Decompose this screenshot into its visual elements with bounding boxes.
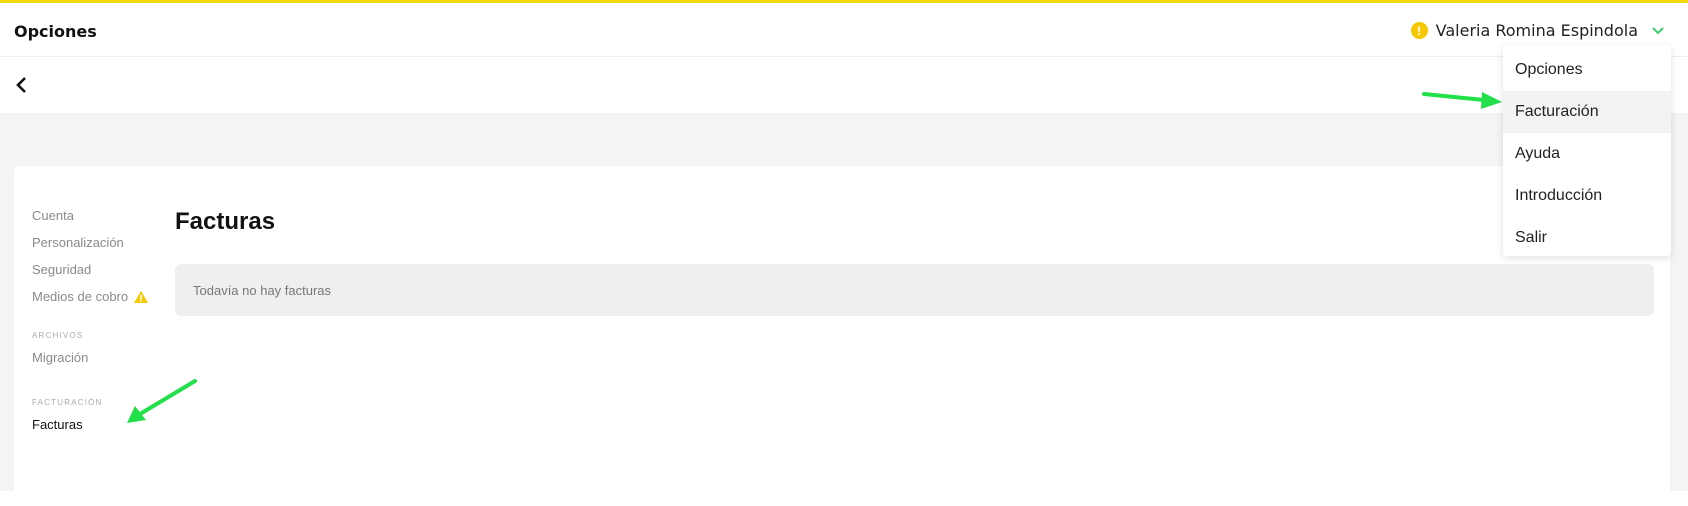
user-name: Valeria Romina Espindola [1435,21,1638,40]
sidebar-item-label: Facturas [32,417,83,432]
sidebar-item-label: Medios de cobro [32,289,129,304]
menu-item-salir[interactable]: Salir [1503,217,1671,259]
sidebar-item-cuenta[interactable]: Cuenta [32,202,149,229]
section-heading-archivos: ARCHIVOS [32,331,84,340]
sidebar-item-label: Cuenta [32,208,74,223]
sidebar-item-migracion[interactable]: Migración [32,344,149,371]
menu-item-ayuda[interactable]: Ayuda [1503,133,1671,175]
menu-item-introduccion[interactable]: Introducción [1503,175,1671,217]
top-bar: Opciones ! Valeria Romina Espindola [0,0,1688,57]
warning-icon [134,290,149,303]
menu-item-facturacion[interactable]: Facturación [1503,91,1671,133]
menu-item-label: Salir [1515,229,1548,246]
sub-header [0,57,1688,113]
settings-card: Cuenta Personalización Seguridad Medios … [14,166,1670,506]
section-title: Facturas [175,208,276,235]
sidebar-item-label: Personalización [32,235,124,250]
menu-item-label: Introducción [1515,187,1603,204]
main-content: Facturas Todavía no hay facturas [175,208,1655,316]
chevron-down-icon [1652,26,1664,34]
sidebar-item-label: Seguridad [32,262,92,277]
menu-item-opciones[interactable]: Opciones [1503,49,1671,91]
back-arrow-icon[interactable] [12,75,32,95]
sidebar-item-facturas[interactable]: Facturas [32,411,149,438]
settings-sidebar: Cuenta Personalización Seguridad Medios … [32,202,149,438]
empty-state: Todavía no hay facturas [175,264,1654,316]
menu-item-label: Facturación [1515,103,1599,120]
empty-state-text: Todavía no hay facturas [193,282,332,298]
sidebar-item-label: Migración [32,350,89,365]
menu-item-label: Opciones [1515,61,1583,78]
menu-item-label: Ayuda [1515,145,1561,162]
alert-icon: ! [1410,22,1428,39]
section-heading-facturacion: FACTURACIÓN [32,398,103,407]
sidebar-item-seguridad[interactable]: Seguridad [32,256,149,283]
sidebar-item-medios-de-cobro[interactable]: Medios de cobro [32,283,149,310]
user-dropdown-menu: Opciones Facturación Ayuda Introducción … [1503,45,1671,256]
sidebar-item-personalizacion[interactable]: Personalización [32,229,149,256]
page-title: Opciones [14,22,97,41]
user-menu-button[interactable]: ! Valeria Romina Espindola [1410,21,1664,40]
